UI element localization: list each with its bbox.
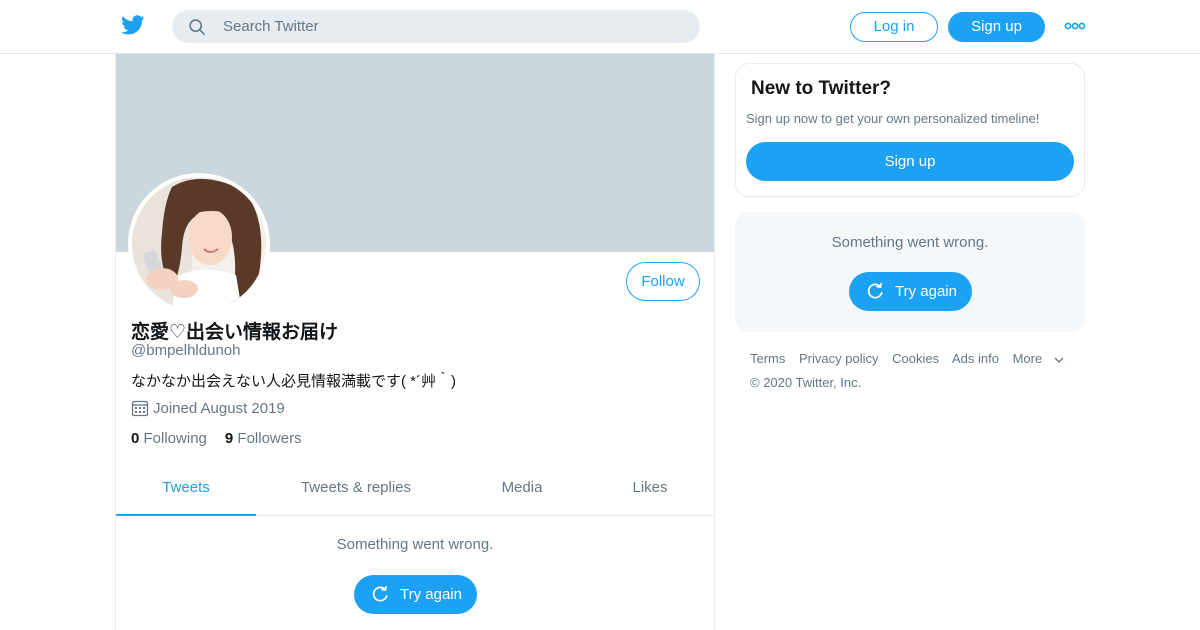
timeline-try-again-label: Try again xyxy=(400,586,462,603)
following-count: 0 xyxy=(131,430,140,447)
tab-tweets[interactable]: Tweets xyxy=(116,466,256,516)
search-icon xyxy=(189,19,205,35)
joined-text: Joined August 2019 xyxy=(153,400,285,417)
refresh-icon xyxy=(372,585,388,602)
calendar-icon xyxy=(131,400,149,417)
avatar[interactable] xyxy=(128,173,270,315)
sidebar-try-again-label: Try again xyxy=(895,283,957,300)
sidebar-try-again-button[interactable]: Try again xyxy=(849,272,972,311)
footer-link-privacy[interactable]: Privacy policy xyxy=(799,351,878,366)
login-button[interactable]: Log in xyxy=(850,12,938,42)
profile-bio: なかなか出会えない人必見情報満載です( *´艸｀) xyxy=(131,373,456,390)
tab-media[interactable]: Media xyxy=(466,466,578,516)
new-to-twitter-card: New to Twitter? Sign up now to get your … xyxy=(735,63,1085,197)
timeline-error-message: Something went wrong. xyxy=(336,536,494,553)
followers-link[interactable]: 9 Followers xyxy=(225,430,302,447)
footer-link-cookies[interactable]: Cookies xyxy=(892,351,939,366)
avatar-photo xyxy=(132,177,266,311)
follow-button[interactable]: Follow xyxy=(626,262,700,301)
search-placeholder: Search Twitter xyxy=(223,18,319,35)
followers-label: Followers xyxy=(237,430,302,447)
footer-link-more[interactable]: More xyxy=(1013,351,1065,366)
chevron-down-icon xyxy=(1054,357,1064,363)
profile-handle: @bmpelhldunoh xyxy=(131,342,241,359)
new-to-twitter-subtitle: Sign up now to get your own personalized… xyxy=(746,111,1040,126)
following-label: Following xyxy=(143,430,207,447)
profile-counts: 0 Following 9 Followers xyxy=(131,430,302,447)
footer-link-ads-info[interactable]: Ads info xyxy=(952,351,999,366)
timeline-try-again-button[interactable]: Try again xyxy=(354,575,477,614)
more-dots-icon[interactable] xyxy=(1064,19,1086,33)
tab-likes[interactable]: Likes xyxy=(608,466,692,516)
sidebar-error-message: Something went wrong. xyxy=(831,234,989,251)
profile-tabs: Tweets Tweets & replies Media Likes xyxy=(116,466,714,516)
profile-column: Follow 恋愛♡出会い情報お届け @bmpelhldunoh なかなか出会え… xyxy=(115,54,715,630)
signup-button[interactable]: Sign up xyxy=(948,12,1045,42)
search-input[interactable]: Search Twitter xyxy=(172,10,700,43)
new-to-twitter-title: New to Twitter? xyxy=(751,78,892,99)
sidebar-signup-button[interactable]: Sign up xyxy=(746,142,1074,181)
footer-link-terms[interactable]: Terms xyxy=(750,351,785,366)
top-navigation-bar: Search Twitter Log in Sign up xyxy=(0,0,1200,54)
sidebar-error-card: Something went wrong. Try again xyxy=(735,212,1085,332)
footer-links: Terms Privacy policy Cookies Ads info Mo… xyxy=(750,351,1064,366)
twitter-bird-icon[interactable] xyxy=(120,13,146,37)
refresh-icon xyxy=(867,282,883,299)
footer-copyright: © 2020 Twitter, Inc. xyxy=(750,375,862,390)
following-link[interactable]: 0 Following xyxy=(131,430,207,447)
profile-joined-date: Joined August 2019 xyxy=(131,399,285,417)
tab-tweets-and-replies[interactable]: Tweets & replies xyxy=(286,466,426,516)
footer-more-label: More xyxy=(1012,351,1043,366)
profile-display-name: 恋愛♡出会い情報お届け xyxy=(131,322,339,343)
followers-count: 9 xyxy=(224,430,234,447)
